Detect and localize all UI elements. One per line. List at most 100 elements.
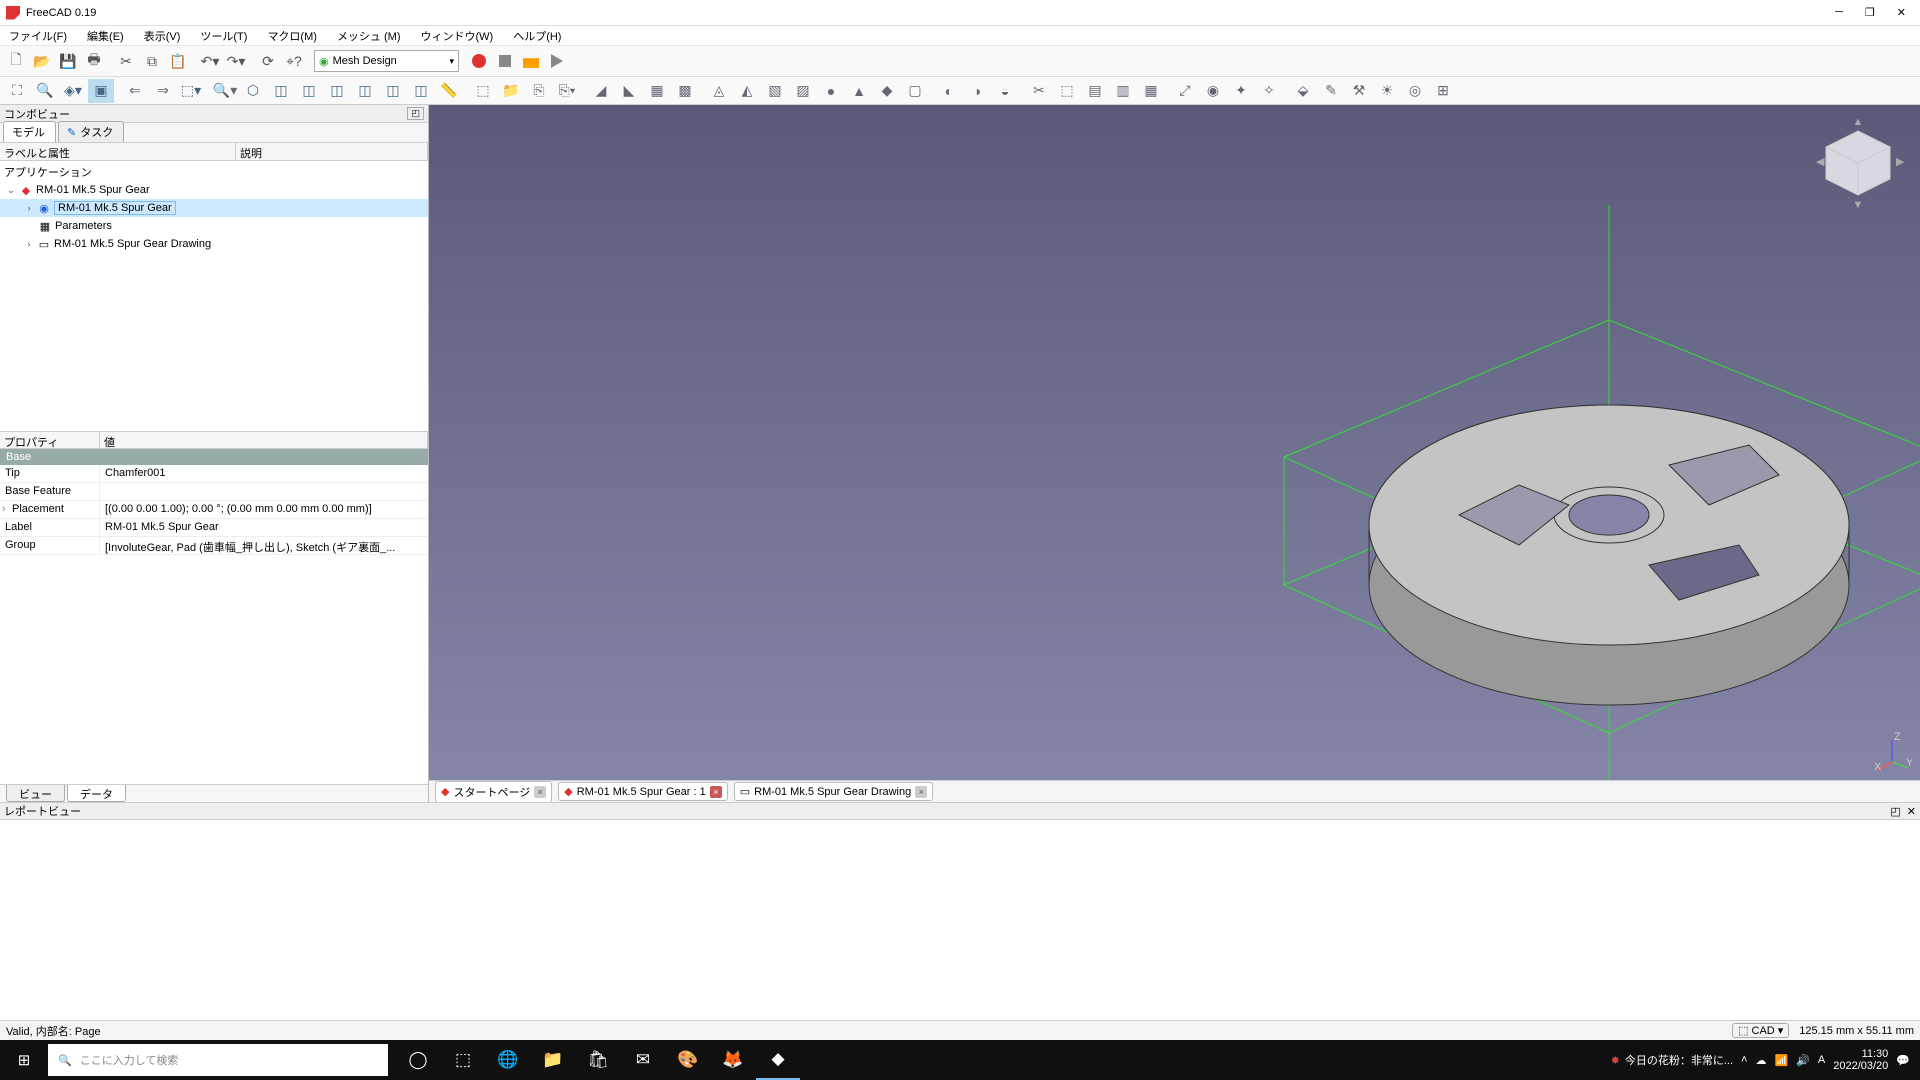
tray-volume-icon[interactable]: 🔊 xyxy=(1796,1054,1810,1067)
firefox-icon[interactable]: 🦊 xyxy=(711,1040,755,1080)
link-make-icon[interactable]: ⎘ xyxy=(526,79,552,103)
right-view-icon[interactable]: ◫ xyxy=(324,79,350,103)
mesh-bool2-icon[interactable]: ◑ xyxy=(964,79,990,103)
draw-style-icon[interactable]: ◈▾ xyxy=(60,79,86,103)
prop-tab-data[interactable]: データ xyxy=(67,785,126,802)
mesh-trim-icon[interactable]: ⬚ xyxy=(1054,79,1080,103)
workbench-selector[interactable]: ◉Mesh Design xyxy=(314,50,459,72)
mesh-addtri-icon[interactable]: ◆ xyxy=(874,79,900,103)
mesh-sel2-icon[interactable]: ✎ xyxy=(1318,79,1344,103)
cortana-icon[interactable]: ⬚ xyxy=(441,1040,485,1080)
prop-row[interactable]: LabelRM-01 Mk.5 Spur Gear xyxy=(0,519,428,537)
tray-chevron-icon[interactable]: ˄ xyxy=(1741,1054,1747,1066)
refresh-icon[interactable]: ⟳ xyxy=(256,49,280,73)
mesh-remesh-icon[interactable]: ▩ xyxy=(672,79,698,103)
edge-icon[interactable]: 🌐 xyxy=(486,1040,530,1080)
prop-row[interactable]: Base Feature xyxy=(0,483,428,501)
tree-body-selected[interactable]: ›◉ RM-01 Mk.5 Spur Gear xyxy=(0,199,428,217)
mesh-sel3-icon[interactable]: ⚒ xyxy=(1346,79,1372,103)
tray-ime-icon[interactable]: A xyxy=(1818,1054,1825,1066)
mesh-decimate-icon[interactable]: ✧ xyxy=(1256,79,1282,103)
explorer-icon[interactable]: 📁 xyxy=(531,1040,575,1080)
open-file-icon[interactable]: 📂 xyxy=(30,49,54,73)
zoom-icon[interactable]: 🔍▾ xyxy=(212,79,238,103)
mesh-analyze-icon[interactable]: ◬ xyxy=(706,79,732,103)
macro-list-icon[interactable] xyxy=(519,49,543,73)
copy-icon[interactable]: ⧉ xyxy=(140,49,164,73)
report-close-icon[interactable]: ✕ xyxy=(1907,805,1916,818)
prop-row[interactable]: ›Placement[(0.00 0.00 1.00); 0.00 °; (0.… xyxy=(0,501,428,519)
part-icon[interactable]: ⬚ xyxy=(470,79,496,103)
link-go-icon[interactable]: ⬚▾ xyxy=(178,79,204,103)
tree-parameters[interactable]: ▦Parameters xyxy=(0,217,428,235)
menu-tools[interactable]: ツール(T) xyxy=(197,26,250,46)
fit-selection-icon[interactable]: 🔍 xyxy=(32,79,58,103)
mesh-regular-icon[interactable]: ◉ xyxy=(1200,79,1226,103)
macro-record-icon[interactable] xyxy=(467,49,491,73)
tray-onedrive-icon[interactable]: ☁ xyxy=(1755,1054,1766,1067)
top-view-icon[interactable]: ◫ xyxy=(296,79,322,103)
mesh-fill-icon[interactable]: ● xyxy=(818,79,844,103)
mesh-sel5-icon[interactable]: ◎ xyxy=(1402,79,1428,103)
macro-play-icon[interactable] xyxy=(545,49,569,73)
menu-file[interactable]: ファイル(F) xyxy=(6,26,70,46)
mail-icon[interactable]: ✉ xyxy=(621,1040,665,1080)
menu-help[interactable]: ヘルプ(H) xyxy=(510,26,564,46)
taskview-icon[interactable]: ◯ xyxy=(396,1040,440,1080)
redo-icon[interactable]: ↷▾ xyxy=(224,49,248,73)
print-icon[interactable]: 🖶 xyxy=(82,49,106,73)
menu-view[interactable]: 表示(V) xyxy=(141,26,184,46)
doc-tab-gear[interactable]: ◆RM-01 Mk.5 Spur Gear : 1× xyxy=(558,782,727,801)
combo-tab-task[interactable]: ✎タスク xyxy=(58,121,124,142)
menu-edit[interactable]: 編集(E) xyxy=(84,26,127,46)
doc-tab-drawing[interactable]: ▭RM-01 Mk.5 Spur Gear Drawing× xyxy=(734,782,934,801)
store-icon[interactable]: 🛍 xyxy=(576,1040,620,1080)
3d-viewport[interactable]: ▲ ▼ ◀ ▶ Z Y X xyxy=(429,105,1920,780)
save-icon[interactable]: 💾 xyxy=(56,49,80,73)
link-actions-icon[interactable]: ⎘▾ xyxy=(554,79,580,103)
macro-stop-icon[interactable] xyxy=(493,49,517,73)
maximize-button[interactable]: ❐ xyxy=(1865,6,1875,19)
rear-view-icon[interactable]: ◫ xyxy=(352,79,378,103)
bounding-box-icon[interactable]: ▣ xyxy=(88,79,114,103)
tree-application[interactable]: アプリケーション xyxy=(0,163,428,181)
tree-drawing[interactable]: ›▭RM-01 Mk.5 Spur Gear Drawing xyxy=(0,235,428,253)
taskbar-search[interactable]: 🔍 ここに入力して検索 xyxy=(48,1044,388,1076)
mesh-export-icon[interactable]: ◣ xyxy=(616,79,642,103)
cut-icon[interactable]: ✂ xyxy=(114,49,138,73)
tree-document[interactable]: ⌄◆RM-01 Mk.5 Spur Gear xyxy=(0,181,428,199)
mesh-bool3-icon[interactable]: ◒ xyxy=(992,79,1018,103)
menu-mesh[interactable]: メッシュ (M) xyxy=(334,26,404,46)
mesh-sel4-icon[interactable]: ☀ xyxy=(1374,79,1400,103)
mesh-sel1-icon[interactable]: ⬙ xyxy=(1290,79,1316,103)
mesh-import-icon[interactable]: ◢ xyxy=(588,79,614,103)
mesh-unwrap-icon[interactable]: ✦ xyxy=(1228,79,1254,103)
mesh-sel6-icon[interactable]: ⊞ xyxy=(1430,79,1456,103)
model-tree[interactable]: アプリケーション ⌄◆RM-01 Mk.5 Spur Gear ›◉ RM-01… xyxy=(0,161,428,431)
doc-tab-start[interactable]: ◆スタートページ× xyxy=(435,781,552,803)
minimize-button[interactable]: ─ xyxy=(1835,6,1843,19)
report-float-icon[interactable]: ◰ xyxy=(1890,805,1900,818)
iso-view-icon[interactable]: ⬡ xyxy=(240,79,266,103)
nav-fwd-icon[interactable]: ⇒ xyxy=(150,79,176,103)
freecad-taskbar-icon[interactable]: ◆ xyxy=(756,1040,800,1080)
mesh-bool1-icon[interactable]: ◐ xyxy=(936,79,962,103)
front-view-icon[interactable]: ◫ xyxy=(268,79,294,103)
mesh-section-icon[interactable]: ▤ xyxy=(1082,79,1108,103)
property-panel[interactable]: Base TipChamfer001 Base Feature ›Placeme… xyxy=(0,449,428,784)
mesh-flip-icon[interactable]: ▨ xyxy=(790,79,816,103)
start-button[interactable]: ⊞ xyxy=(0,1040,48,1080)
mesh-scale-icon[interactable]: ⤢ xyxy=(1172,79,1198,103)
taskbar-weather[interactable]: ✸今日の花粉：非常に... xyxy=(1611,1052,1733,1068)
prop-row[interactable]: TipChamfer001 xyxy=(0,465,428,483)
group-icon[interactable]: 📁 xyxy=(498,79,524,103)
prop-tab-view[interactable]: ビュー xyxy=(6,785,65,802)
report-view-body[interactable] xyxy=(0,820,1920,1020)
undo-icon[interactable]: ↶▾ xyxy=(198,49,222,73)
left-view-icon[interactable]: ◫ xyxy=(408,79,434,103)
mesh-merge-icon[interactable]: ▦ xyxy=(1138,79,1164,103)
tray-notifications-icon[interactable]: 💬 xyxy=(1896,1054,1910,1067)
mesh-remove-icon[interactable]: ▢ xyxy=(902,79,928,103)
mesh-cut-icon[interactable]: ✂ xyxy=(1026,79,1052,103)
new-file-icon[interactable]: 🗋 xyxy=(4,49,28,73)
